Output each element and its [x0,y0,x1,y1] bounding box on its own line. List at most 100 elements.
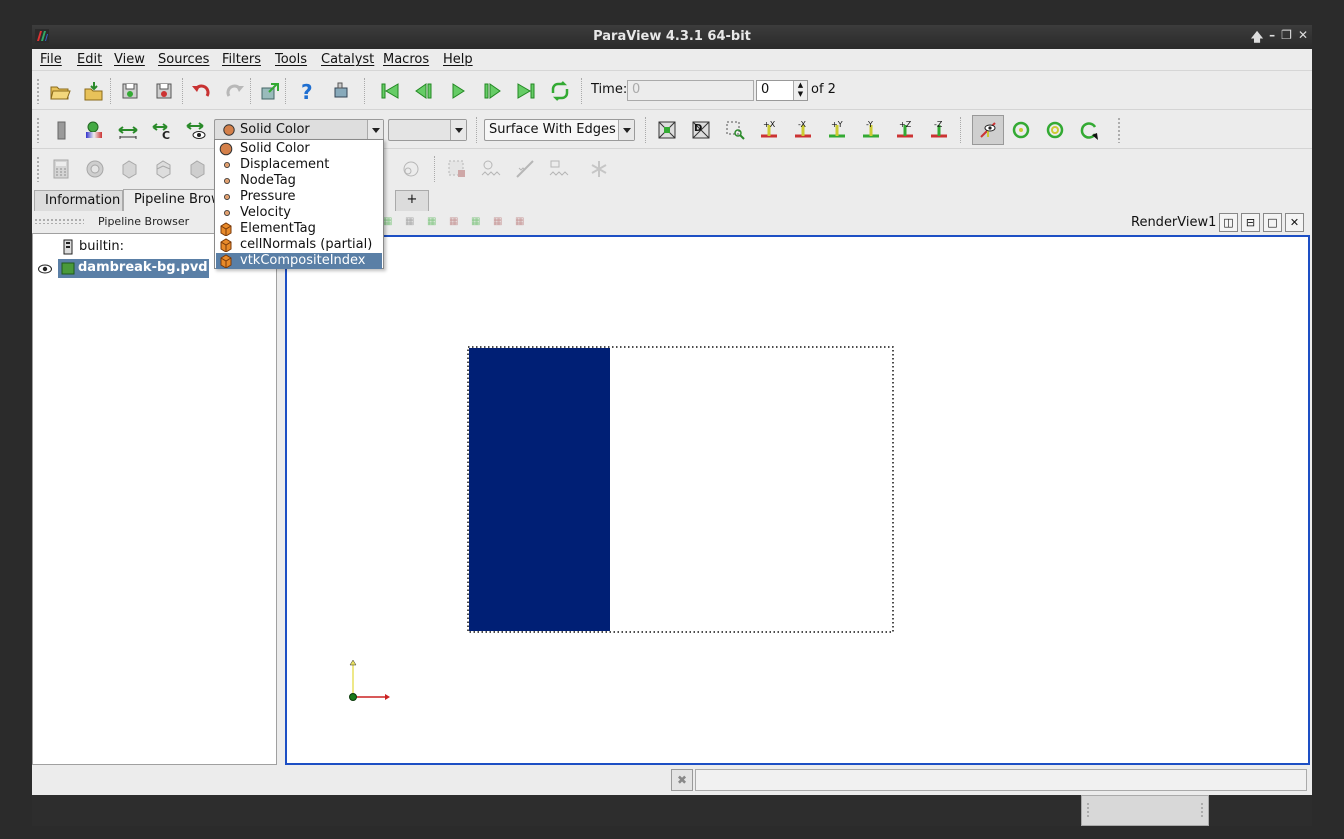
redo-icon[interactable] [222,78,248,104]
view-minus-y-icon[interactable]: -Y [858,117,884,143]
rescale-data-range-icon[interactable] [115,117,141,143]
menu-macros[interactable]: Macros [383,52,429,67]
menu-edit[interactable]: Edit [77,52,102,67]
clip-icon[interactable] [116,156,142,182]
play-icon[interactable] [445,78,471,104]
tab-information[interactable]: Information [34,190,123,211]
rotate-icon[interactable] [1076,117,1102,143]
coloring-option-cellnormals[interactable]: cellNormals (partial) [216,237,382,253]
grow-selection-icon[interactable]: ▦ [471,216,480,227]
menu-file[interactable]: File [40,52,62,67]
close-view-icon[interactable]: ✕ [1285,213,1304,232]
add-view-tab-button[interactable]: + [395,190,429,211]
main-toolbar: ? Time: 0 0 ▲ ▼ of 2 [32,72,1312,110]
maximize-button[interactable]: ❐ [1281,28,1292,49]
minimize-button[interactable]: – [1269,28,1275,49]
spin-arrows-icon[interactable]: ▲ ▼ [793,81,807,100]
time-step-spinbox[interactable]: 0 ▲ ▼ [756,80,808,101]
coloring-option-nodetag[interactable]: NodeTag [216,173,382,189]
loop-icon[interactable] [547,78,573,104]
dock-grip[interactable] [34,218,84,224]
toggle-color-legend-icon[interactable] [48,117,74,143]
menu-tools[interactable]: Tools [275,52,307,67]
load-state-icon[interactable] [81,78,107,104]
context-help-icon[interactable] [328,78,354,104]
extract-selection-icon[interactable] [444,156,470,182]
rescale-visible-range-icon[interactable] [183,117,209,143]
coloring-option-pressure[interactable]: Pressure [216,189,382,205]
pipeline-source-item[interactable]: dambreak-bg.pvd [58,259,209,278]
representation-combo[interactable]: Surface With Edges [484,119,635,141]
menu-help[interactable]: Help [443,52,473,67]
representation-combo-value: Surface With Edges [489,122,616,137]
save-state-icon[interactable] [151,78,177,104]
toolbar-grip[interactable] [36,78,40,104]
reset-camera-icon[interactable] [654,117,680,143]
render-view[interactable] [285,235,1310,765]
plot-selection-over-time-icon[interactable] [478,156,504,182]
view-plus-x-icon[interactable]: +X [756,117,782,143]
eye-icon[interactable] [38,264,52,274]
clear-status-icon[interactable]: ✖ [671,769,693,791]
first-frame-icon[interactable] [377,78,403,104]
coloring-dropdown-list[interactable]: Solid Color Displacement NodeTag Pressur… [214,139,384,269]
shrink-selection-icon[interactable]: ▦ [493,216,502,227]
zoom-to-box-icon[interactable] [722,117,748,143]
toolbar-grip[interactable] [36,156,40,182]
open-icon[interactable] [47,78,73,104]
show-center-icon[interactable] [972,115,1004,145]
previous-frame-icon[interactable] [411,78,437,104]
save-data-icon[interactable] [117,78,143,104]
maximize-view-icon[interactable]: □ [1263,213,1282,232]
select-points-icon[interactable]: ▦ [383,216,392,227]
chevron-down-icon[interactable] [618,120,634,140]
render-canvas[interactable] [287,237,1308,763]
server-item[interactable]: builtin: [79,239,124,254]
reset-center-icon[interactable] [1008,117,1034,143]
chevron-down-icon[interactable] [367,120,383,140]
keep-above-icon[interactable]: 🡅 [1251,28,1263,49]
clear-selection-icon[interactable]: ▦ [515,216,524,227]
zoom-to-data-icon[interactable]: D [688,117,714,143]
coloring-option-velocity[interactable]: Velocity [216,205,382,221]
menu-sources[interactable]: Sources [158,52,209,67]
menu-view[interactable]: View [114,52,145,67]
coloring-option-displacement[interactable]: Displacement [216,157,382,173]
view-plus-y-icon[interactable]: +Y [824,117,850,143]
coloring-option-vtkcompositeindex[interactable]: vtkCompositeIndex [216,253,382,269]
help-icon[interactable]: ? [294,78,320,104]
last-frame-icon[interactable] [513,78,539,104]
contour-icon[interactable] [82,156,108,182]
view-plus-z-icon[interactable]: +Z [892,117,918,143]
plot-data-icon[interactable] [546,156,572,182]
split-vertical-icon[interactable]: ⊟ [1241,213,1260,232]
menu-catalyst[interactable]: Catalyst [321,52,374,67]
split-horizontal-icon[interactable]: ◫ [1219,213,1238,232]
glyph-icon[interactable] [398,156,424,182]
plot-over-line-icon[interactable] [512,156,538,182]
coloring-combo[interactable]: Solid Color [214,119,384,141]
view-minus-x-icon[interactable]: -X [790,117,816,143]
toolbar-grip[interactable] [1117,117,1121,143]
edit-color-map-icon[interactable] [81,117,107,143]
tab-pipeline-browser[interactable]: Pipeline Brow [123,189,216,211]
menu-filters[interactable]: Filters [222,52,261,67]
coloring-option-elementtag[interactable]: ElementTag [216,221,382,237]
select-blocks-icon[interactable]: ▦ [449,216,458,227]
group-datasets-icon[interactable] [586,156,612,182]
close-window-button[interactable]: ✕ [1298,28,1308,49]
select-cells-icon[interactable]: ▦ [405,216,414,227]
pick-center-icon[interactable] [1042,117,1068,143]
slice-icon[interactable] [150,156,176,182]
view-minus-z-icon[interactable]: -Z [926,117,952,143]
connect-icon[interactable] [257,78,283,104]
toolbar-grip[interactable] [36,117,40,143]
next-frame-icon[interactable] [479,78,505,104]
server-icon [63,239,73,255]
threshold-icon[interactable] [184,156,210,182]
coloring-option-solid-color[interactable]: Solid Color [216,141,382,157]
calculator-icon[interactable] [48,156,74,182]
rescale-custom-range-icon[interactable]: C [149,117,175,143]
undo-icon[interactable] [188,78,214,104]
interactive-select-icon[interactable]: ▦ [427,216,436,227]
